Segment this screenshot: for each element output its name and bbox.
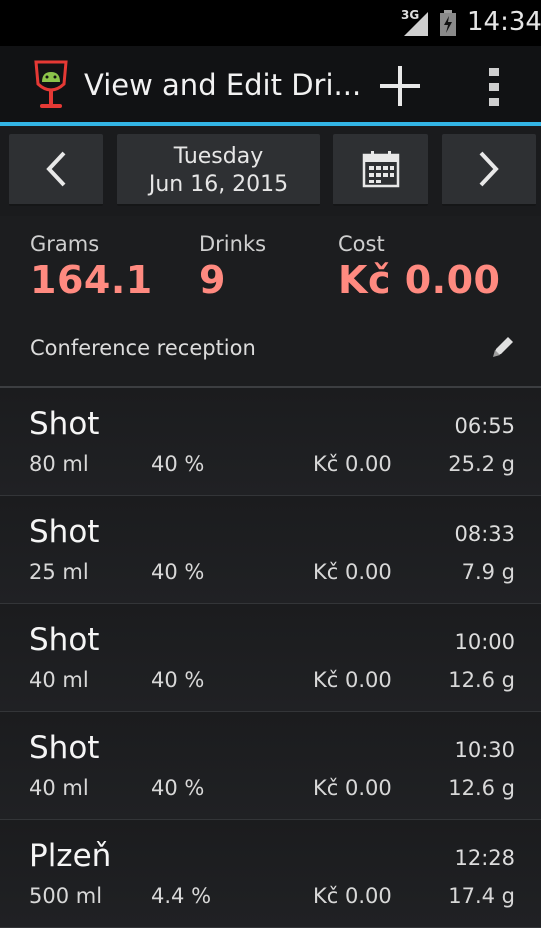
- drinks-value: 9: [199, 258, 226, 302]
- drink-abv: 40 %: [151, 668, 205, 692]
- list-item[interactable]: Shot 10:00 40 ml 40 % Kč 0.00 12.6 g: [0, 604, 541, 712]
- status-bar: 3G 14:34: [0, 0, 541, 46]
- drink-cost: Kč 0.00: [313, 452, 392, 476]
- drink-abv: 40 %: [151, 452, 205, 476]
- drink-cost: Kč 0.00: [313, 668, 392, 692]
- calendar-button[interactable]: [333, 134, 428, 206]
- chevron-left-icon: [46, 151, 66, 187]
- add-drink-button[interactable]: [378, 64, 422, 108]
- drink-grams: 25.2 g: [448, 452, 515, 476]
- drinks-label: Drinks: [199, 232, 267, 256]
- drink-time: 12:28: [454, 846, 515, 870]
- next-day-button[interactable]: [442, 134, 536, 206]
- date-label: Jun 16, 2015: [148, 172, 289, 197]
- list-item[interactable]: Shot 08:33 25 ml 40 % Kč 0.00 7.9 g: [0, 496, 541, 604]
- chevron-right-icon: [479, 151, 499, 187]
- list-item[interactable]: Shot 10:30 40 ml 40 % Kč 0.00 12.6 g: [0, 712, 541, 820]
- date-day-label: Tuesday: [173, 144, 264, 169]
- drink-abv: 40 %: [151, 560, 205, 584]
- drink-name: Shot: [29, 730, 100, 766]
- clock: 14:34: [467, 7, 541, 37]
- date-navigation: Tuesday Jun 16, 2015: [0, 126, 541, 216]
- day-note[interactable]: Conference reception: [30, 336, 256, 360]
- drink-volume: 40 ml: [29, 776, 89, 800]
- previous-day-button[interactable]: [9, 134, 103, 206]
- drink-cost: Kč 0.00: [313, 776, 392, 800]
- list-item[interactable]: Plzeň 12:28 500 ml 4.4 % Kč 0.00 17.4 g: [0, 820, 541, 928]
- drink-grams: 12.6 g: [448, 776, 515, 800]
- drink-cost: Kč 0.00: [313, 884, 392, 908]
- list-item[interactable]: Shot 06:55 80 ml 40 % Kč 0.00 25.2 g: [0, 388, 541, 496]
- signal-icon: [404, 12, 428, 36]
- drink-volume: 25 ml: [29, 560, 89, 584]
- drink-grams: 7.9 g: [461, 560, 515, 584]
- grams-value: 164.1: [30, 258, 153, 302]
- drink-grams: 17.4 g: [448, 884, 515, 908]
- overflow-menu-icon[interactable]: [487, 66, 501, 108]
- calendar-icon: [362, 151, 399, 188]
- drink-abv: 40 %: [151, 776, 205, 800]
- action-bar: View and Edit Dri...: [0, 46, 541, 122]
- drink-list[interactable]: Shot 06:55 80 ml 40 % Kč 0.00 25.2 g Sho…: [0, 388, 541, 928]
- drink-name: Shot: [29, 406, 100, 442]
- drink-grams: 12.6 g: [448, 668, 515, 692]
- drinks-summary: Drinks 9: [199, 232, 266, 302]
- wine-glass-android-icon[interactable]: [30, 60, 72, 112]
- drink-name: Plzeň: [29, 838, 112, 874]
- day-summary: Grams 164.1 Drinks 9 Cost Kč 0.00 Confer…: [0, 216, 541, 386]
- drink-name: Shot: [29, 622, 100, 658]
- cost-label: Cost: [338, 232, 385, 256]
- drink-time: 10:30: [454, 738, 515, 762]
- drink-volume: 80 ml: [29, 452, 89, 476]
- grams-label: Grams: [30, 232, 100, 256]
- drink-volume: 500 ml: [29, 884, 103, 908]
- grams-summary: Grams 164.1: [30, 232, 153, 302]
- drink-name: Shot: [29, 514, 100, 550]
- page-title: View and Edit Dri...: [84, 68, 362, 102]
- battery-icon: [440, 10, 456, 36]
- cost-value: Kč 0.00: [338, 258, 501, 302]
- drink-time: 10:00: [454, 630, 515, 654]
- drink-time: 06:55: [454, 414, 515, 438]
- drink-abv: 4.4 %: [151, 884, 212, 908]
- pencil-icon[interactable]: [490, 334, 516, 360]
- drink-cost: Kč 0.00: [313, 560, 392, 584]
- date-picker-button[interactable]: Tuesday Jun 16, 2015: [117, 134, 320, 206]
- drink-time: 08:33: [454, 522, 515, 546]
- cost-summary: Cost Kč 0.00: [338, 232, 500, 302]
- drink-volume: 40 ml: [29, 668, 89, 692]
